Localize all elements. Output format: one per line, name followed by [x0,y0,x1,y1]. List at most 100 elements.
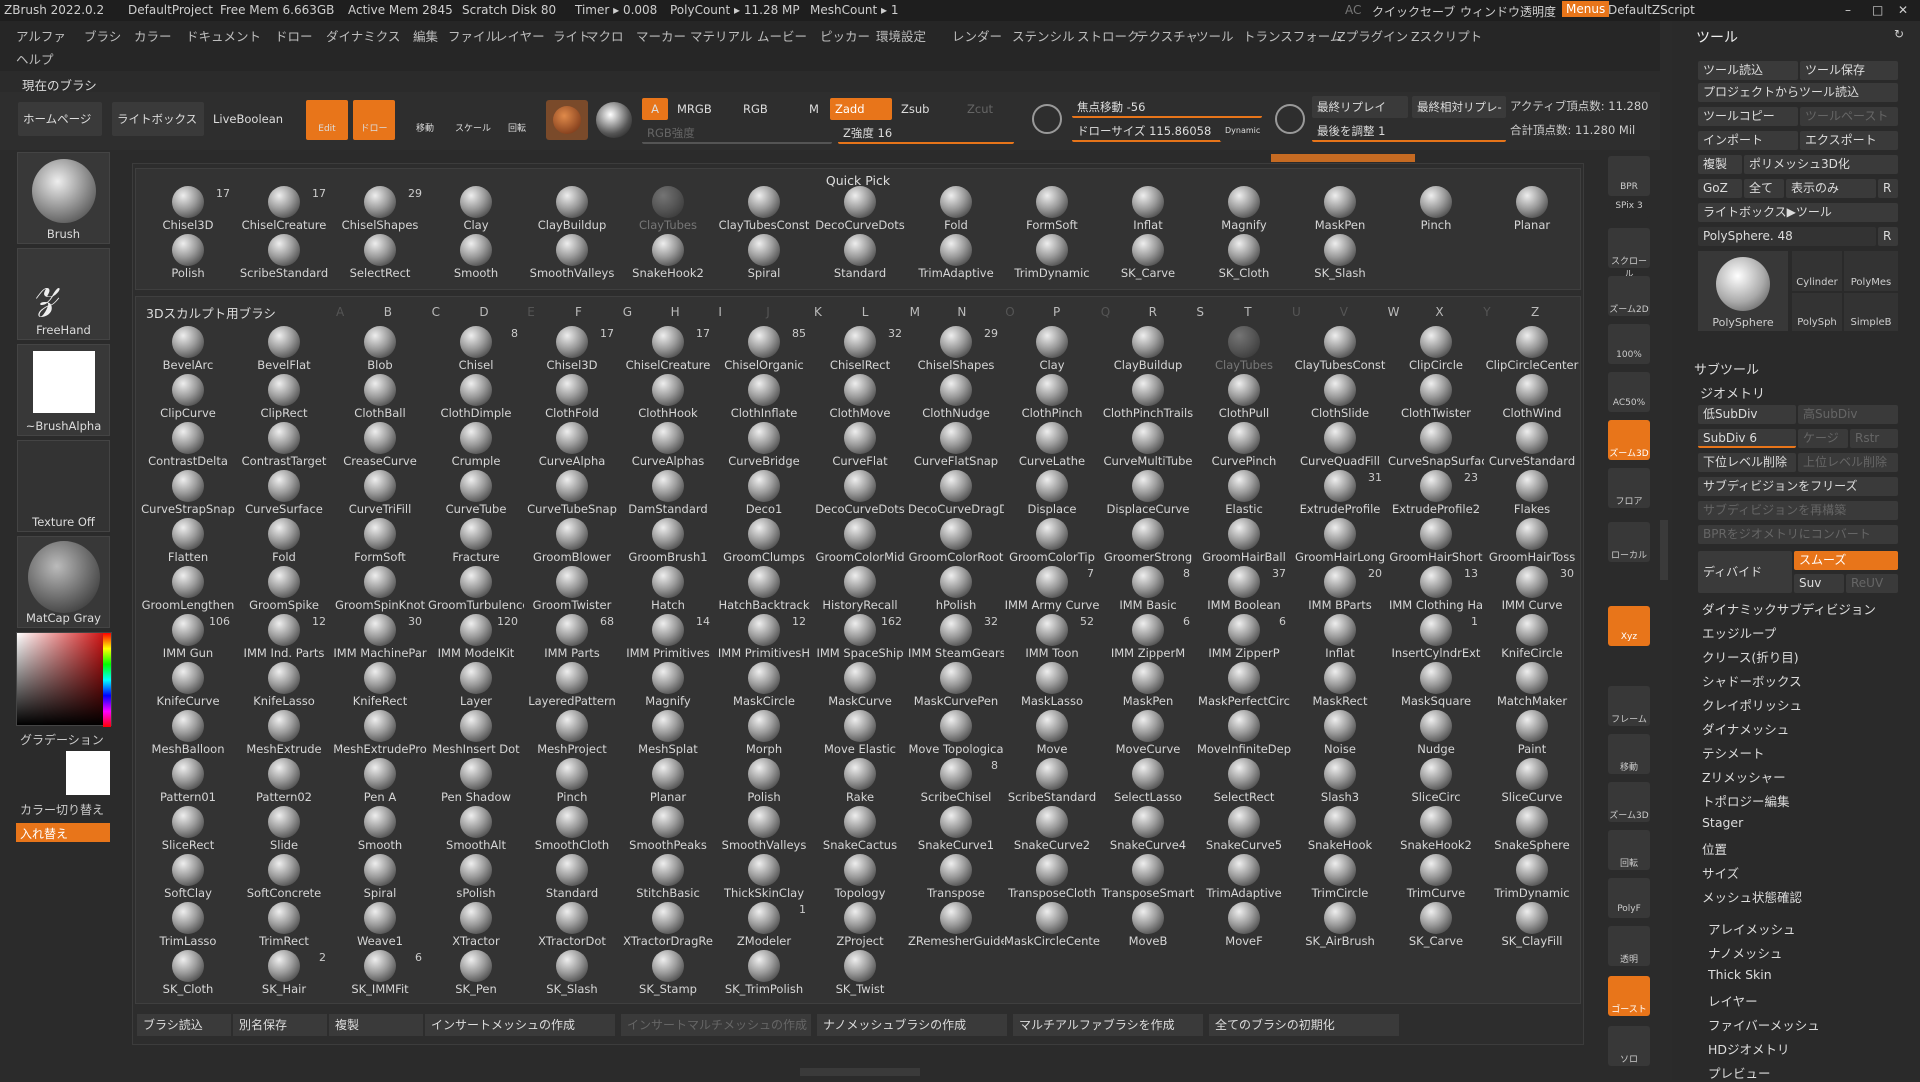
tool-section-0[interactable]: アレイメッシュ [1708,919,1796,938]
brush-sk-slash[interactable]: SK_Slash [524,949,620,997]
brush-curvemultitube[interactable]: CurveMultiTube [1100,421,1196,469]
menu-4[interactable]: ドロー [275,26,313,45]
brush-curveflatsnap[interactable]: CurveFlatSnap [908,421,1004,469]
brush-groomclumps[interactable]: GroomClumps [716,517,812,565]
brush-claytubesconst[interactable]: ClayTubesConst [716,185,812,233]
alpha-filter-n[interactable]: N [957,305,966,319]
palette-action-6[interactable]: マルチアルファブラシを作成 [1013,1014,1203,1036]
save-tool-button[interactable]: ツール保存 [1800,61,1898,80]
brush-maskcurve[interactable]: MaskCurve [812,661,908,709]
brush-groombrush1[interactable]: GroomBrush1 [620,517,716,565]
shelf-tool-12[interactable]: ズーム3D [1608,782,1650,822]
brush-clipcirclecenter[interactable]: ClipCircleCenter [1484,325,1580,373]
brush-historyrecall[interactable]: HistoryRecall [812,565,908,613]
alpha-filter-y[interactable]: Y [1483,305,1490,319]
menu-15[interactable]: 環境設定 [876,26,926,45]
brush-imm-zipperp[interactable]: IMM ZipperP 6 [1196,613,1292,661]
brush-flatten[interactable]: Flatten [140,517,236,565]
texture-slot[interactable]: Texture Off [17,440,110,532]
brush-kniferect[interactable]: KnifeRect [332,661,428,709]
alpha-filter-x[interactable]: X [1435,305,1443,319]
menus-button[interactable]: Menus [1562,1,1610,17]
dynamic-size-icon[interactable] [1275,104,1305,134]
liveboolean-button[interactable]: LiveBoolean [208,102,296,136]
default-zscript-button[interactable]: DefaultZScript [1608,3,1695,17]
brush-move-elastic[interactable]: Move Elastic [812,709,908,757]
brush-claybuildup[interactable]: ClayBuildup [1100,325,1196,373]
brush-claytubesconst[interactable]: ClayTubesConst [1292,325,1388,373]
brush-claytubes[interactable]: ClayTubes [620,185,716,233]
brush-scribestandard[interactable]: ScribeStandard [236,233,332,281]
tool-thumb-cylinder[interactable]: Cylinder [1792,251,1842,291]
brush-trimlasso[interactable]: TrimLasso [140,901,236,949]
brush-flakes[interactable]: Flakes [1484,469,1580,517]
brush-chisel3d[interactable]: Chisel3D 17 [524,325,620,373]
tool-section-4[interactable]: ファイバーメッシュ [1708,1015,1820,1034]
menu-3[interactable]: ドキュメント [186,26,261,45]
brush-masksquare[interactable]: MaskSquare [1388,661,1484,709]
bottom-shelf-handle[interactable] [800,1068,920,1076]
brush-groomlengthen[interactable]: GroomLengthen [140,565,236,613]
brush-chisel[interactable]: Chisel 8 [428,325,524,373]
reconstruct-subdiv-button[interactable]: サブディビジョンを再構築 [1698,501,1898,520]
brush-inflat[interactable]: Inflat [1100,185,1196,233]
brush-selectrect[interactable]: SelectRect [1196,757,1292,805]
alpha-filter-e[interactable]: E [527,305,535,319]
move-button[interactable]: 移動 [404,100,446,140]
brush-maskcircle[interactable]: MaskCircle [716,661,812,709]
menu-16[interactable]: レンダー [952,26,1002,45]
brush-smoothalt[interactable]: SmoothAlt [428,805,524,853]
brush-standard[interactable]: Standard [524,853,620,901]
brush-pinch[interactable]: Pinch [1388,185,1484,233]
brush-imm-zipperm[interactable]: IMM ZipperM 6 [1100,613,1196,661]
brush-pattern02[interactable]: Pattern02 [236,757,332,805]
z-intensity-slider[interactable]: Z強度 16 [838,122,1014,144]
brush-maskrect[interactable]: MaskRect [1292,661,1388,709]
shelf-tool-1[interactable]: SPix 3 [1608,198,1650,218]
brush-groomhairtoss[interactable]: GroomHairToss [1484,517,1580,565]
brush-bevelflat[interactable]: BevelFlat [236,325,332,373]
geometry-item-11[interactable]: サイズ [1702,863,1739,882]
rotate-button[interactable]: 回転 [496,100,538,140]
brush-planar[interactable]: Planar [1484,185,1580,233]
brush-formsoft[interactable]: FormSoft [332,517,428,565]
menu-13[interactable]: ムービー [757,26,807,45]
alpha-filter-j[interactable]: J [766,305,770,319]
geometry-item-7[interactable]: Zリメッシャー [1702,767,1786,786]
lower-subdiv-button[interactable]: 低SubDiv [1698,405,1796,424]
brush-snakecurve2[interactable]: SnakeCurve2 [1004,805,1100,853]
brush-claytubes[interactable]: ClayTubes [1196,325,1292,373]
alpha-filter-z[interactable]: Z [1531,305,1539,319]
brush-maskpen[interactable]: MaskPen [1292,185,1388,233]
brush-move[interactable]: Move [1004,709,1100,757]
brush-imm-boolean[interactable]: IMM Boolean 37 [1196,565,1292,613]
brush-trimcircle[interactable]: TrimCircle [1292,853,1388,901]
brush-thickskinclay[interactable]: ThickSkinClay [716,853,812,901]
geometry-item-2[interactable]: クリース(折り目) [1702,647,1799,666]
tool-section-2[interactable]: Thick Skin [1708,967,1772,982]
shelf-tool-13[interactable]: 回転 [1608,830,1650,870]
brush-groomturbulence[interactable]: GroomTurbulence [428,565,524,613]
brush-zremesherguide[interactable]: ZRemesherGuide [908,901,1004,949]
refresh-icon[interactable]: ↻ [1894,27,1904,41]
higher-subdiv-button[interactable]: 高SubDiv [1798,405,1898,424]
palette-action-1[interactable]: 別名保存 [233,1014,327,1036]
brush-imm-parts[interactable]: IMM Parts 68 [524,613,620,661]
brush-xtractordragre[interactable]: XTractorDragRe [620,901,716,949]
brush-snakecactus[interactable]: SnakeCactus [812,805,908,853]
brush-smoothvalleys[interactable]: SmoothValleys [524,233,620,281]
palette-action-0[interactable]: ブラシ読込 [137,1014,231,1036]
home-page-button[interactable]: ホームページ [18,102,102,136]
brush-sk-immfit[interactable]: SK_IMMFit 6 [332,949,428,997]
menu-20[interactable]: ツール [1196,26,1234,45]
menu-18[interactable]: ストローク [1077,26,1140,45]
zadd-button[interactable]: Zadd [830,98,892,120]
brush-groomcolormid[interactable]: GroomColorMid [812,517,908,565]
menu-1[interactable]: ブラシ [84,26,121,45]
brush-polish[interactable]: Polish [140,233,236,281]
brush-contrastdelta[interactable]: ContrastDelta [140,421,236,469]
menu-19[interactable]: テクスチャ [1136,26,1198,45]
menu-12[interactable]: マテリアル [690,26,752,45]
tool-thumb-polymesh[interactable]: PolyMes [1844,251,1898,291]
brush-fold[interactable]: Fold [908,185,1004,233]
